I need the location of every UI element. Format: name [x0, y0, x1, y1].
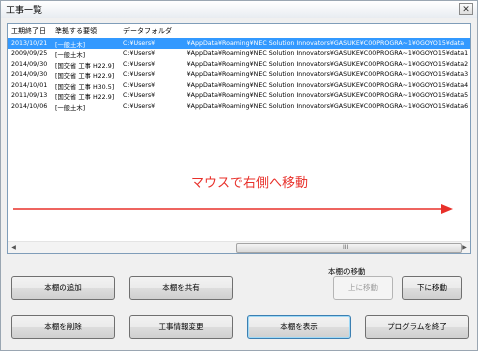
- cell-standard: [国交省 工事 H22.9]: [55, 73, 115, 80]
- cell-end-date: 2014/09/30: [11, 71, 48, 78]
- cell-standard: [国交省 工事 H22.9]: [55, 62, 115, 70]
- show-bookshelf-button[interactable]: 本棚を表示: [247, 315, 351, 339]
- table-row[interactable]: 2011/09/13 [国交省 工事 H22.9] C:¥Users¥ ¥AppDa…: [8, 91, 470, 101]
- scroll-left-icon[interactable]: ◀: [8, 242, 19, 253]
- column-header-folder[interactable]: データフォルダ: [123, 26, 172, 36]
- cell-end-date: 2013/10/21: [11, 39, 48, 47]
- cell-standard: [国交省 工事 H30.5]: [55, 83, 115, 91]
- add-bookshelf-button[interactable]: 本棚の追加: [11, 276, 115, 300]
- move-up-button[interactable]: 上に移動: [333, 276, 393, 300]
- annotation-arrow-icon: [13, 204, 453, 214]
- project-list-window: 工事一覧 ✕ 工期終了日 準拠する要領 データフォルダ 2013/10/21 [一…: [0, 0, 478, 351]
- move-down-button[interactable]: 下に移動: [402, 276, 462, 300]
- cell-end-date: 2014/10/06: [11, 102, 48, 110]
- cell-standard: [一般土木]: [55, 104, 86, 112]
- column-header-standard[interactable]: 準拠する要領: [55, 26, 97, 36]
- close-icon[interactable]: ✕: [459, 3, 473, 15]
- cell-standard: [一般土木]: [55, 41, 86, 49]
- scrollbar-thumb[interactable]: III: [236, 243, 462, 253]
- cell-standard: [一般土木]: [55, 52, 86, 59]
- cell-folder: C:¥Users¥ ¥AppData¥Roaming¥NEC Solution …: [123, 102, 469, 110]
- window-title: 工事一覧: [6, 6, 43, 16]
- delete-bookshelf-button[interactable]: 本棚を削除: [11, 315, 115, 339]
- cell-folder: C:¥Users¥ ¥AppData¥Roaming¥NEC Solution …: [123, 92, 469, 99]
- cell-folder: C:¥Users¥ ¥AppData¥Roaming¥NEC Solution …: [123, 71, 469, 78]
- cell-end-date: 2014/09/30: [11, 60, 48, 68]
- table-row[interactable]: 2009/09/25 [一般土木] C:¥Users¥ ¥AppData¥Roami…: [8, 49, 470, 59]
- cell-standard: [国交省 工事 H22.9]: [55, 94, 115, 101]
- cell-folder: C:¥Users¥ ¥AppData¥Roaming¥NEC Solution …: [123, 81, 469, 89]
- list-rows: 2013/10/21 [一般土木] C:¥Users¥ ¥AppData¥Roami…: [8, 38, 470, 112]
- change-project-info-button[interactable]: 工事情報変更: [129, 315, 233, 339]
- cell-end-date: 2011/09/13: [11, 92, 48, 99]
- list-header: 工期終了日 準拠する要領 データフォルダ: [8, 24, 470, 38]
- table-row[interactable]: 2014/10/06 [一般土木] C:¥Users¥ ¥AppData¥Roami…: [8, 101, 470, 112]
- scrollbar-grip-icon: III: [343, 244, 349, 251]
- cell-folder: C:¥Users¥ ¥AppData¥Roaming¥NEC Solution …: [123, 39, 465, 47]
- share-bookshelf-button[interactable]: 本棚を共有: [129, 276, 233, 300]
- horizontal-scrollbar[interactable]: ◀ III ▶: [8, 241, 470, 253]
- project-list[interactable]: 工期終了日 準拠する要領 データフォルダ 2013/10/21 [一般土木] C:¥…: [7, 23, 471, 254]
- column-header-end-date[interactable]: 工期終了日: [11, 26, 46, 36]
- table-row[interactable]: 2014/10/01 [国交省 工事 H30.5] C:¥Users¥ ¥AppDa…: [8, 80, 470, 91]
- table-row[interactable]: 2014/09/30 [国交省 工事 H22.9] C:¥Users¥ ¥AppDa…: [8, 59, 470, 70]
- annotation-text: マウスで右側へ移動: [191, 176, 309, 191]
- cell-end-date: 2009/09/25: [11, 50, 48, 57]
- cell-end-date: 2014/10/01: [11, 81, 48, 89]
- table-row[interactable]: 2013/10/21 [一般土木] C:¥Users¥ ¥AppData¥Roami…: [8, 38, 470, 49]
- title-bar: 工事一覧 ✕: [1, 1, 477, 18]
- exit-program-button[interactable]: プログラムを終了: [365, 315, 469, 339]
- cell-folder: C:¥Users¥ ¥AppData¥Roaming¥NEC Solution …: [123, 60, 469, 68]
- cell-folder: C:¥Users¥ ¥AppData¥Roaming¥NEC Solution …: [123, 50, 469, 57]
- table-row[interactable]: 2014/09/30 [国交省 工事 H22.9] C:¥Users¥ ¥AppDa…: [8, 70, 470, 80]
- scroll-right-icon[interactable]: ▶: [459, 242, 470, 253]
